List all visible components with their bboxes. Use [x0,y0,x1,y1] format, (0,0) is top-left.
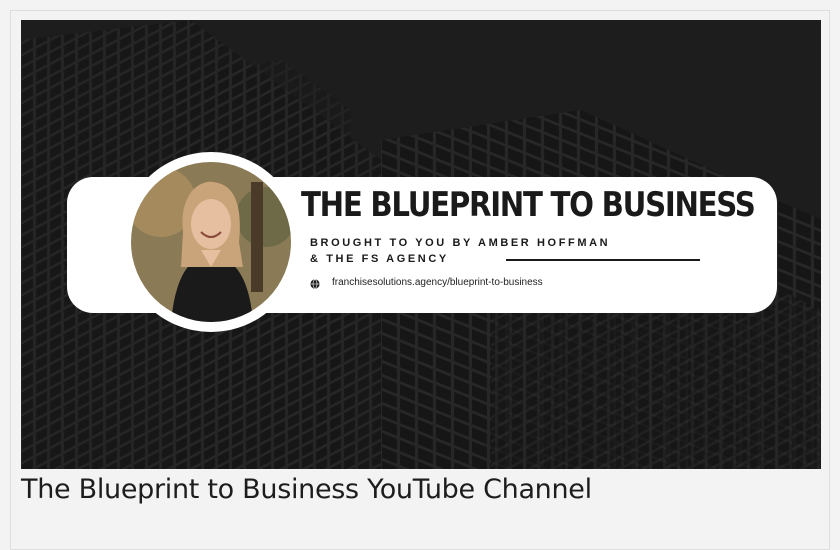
channel-caption[interactable]: The Blueprint to Business YouTube Channe… [21,474,592,505]
banner-url: franchisesolutions.agency/blueprint-to-b… [332,277,543,288]
globe-icon [310,279,320,289]
divider-line [506,259,700,261]
subtitle-line-1: BROUGHT TO YOU BY AMBER HOFFMAN [310,237,611,249]
banner-title: THE BLUEPRINT TO BUSINESS [301,185,756,225]
banner-subtitle: BROUGHT TO YOU BY AMBER HOFFMAN & THE FS… [310,235,610,267]
host-avatar [121,152,301,332]
channel-banner-image[interactable]: THE BLUEPRINT TO BUSINESS BROUGHT TO YOU… [21,20,821,469]
